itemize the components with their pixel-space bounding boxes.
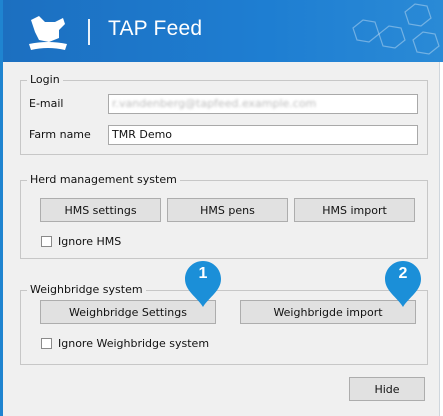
title-separator (88, 19, 90, 45)
callout-number-1: 1 (198, 265, 208, 282)
hms-import-button[interactable]: HMS import (294, 198, 415, 222)
callout-marker-1: 1 (183, 259, 223, 309)
email-label: E-mail (29, 97, 64, 110)
hms-pens-button[interactable]: HMS pens (167, 198, 288, 222)
ignore-hms-checkbox[interactable] (41, 236, 52, 247)
hexagon-pattern-icon (352, 3, 440, 55)
ignore-weighbridge-row: Ignore Weighbridge system (41, 337, 209, 350)
farm-name-label: Farm name (29, 128, 91, 141)
email-value: r.vandenberg@tapfeed.example.com (112, 97, 317, 110)
title-bar: TAP Feed (3, 0, 443, 62)
weighbridge-group: Weighbridge system Weighbridge Settings … (20, 283, 428, 365)
hms-settings-button[interactable]: HMS settings (40, 198, 161, 222)
ignore-hms-label: Ignore HMS (58, 235, 122, 248)
weighbridge-legend: Weighbridge system (27, 283, 146, 296)
hms-legend: Herd management system (27, 173, 180, 186)
hide-button[interactable]: Hide (349, 377, 425, 401)
callout-number-2: 2 (398, 265, 408, 282)
tap-feed-window: TAP Feed Login E-mail r.vandenberg@tapfe… (0, 0, 443, 416)
cow-logo-icon (29, 16, 67, 50)
ignore-weighbridge-label: Ignore Weighbridge system (58, 337, 210, 350)
login-group: Login E-mail r.vandenberg@tapfeed.exampl… (20, 73, 428, 155)
window-title: TAP Feed (108, 17, 203, 40)
farm-name-field[interactable]: TMR Demo (108, 125, 418, 145)
callout-marker-2: 2 (383, 259, 423, 309)
ignore-hms-row: Ignore HMS (41, 235, 121, 248)
login-legend: Login (27, 73, 63, 86)
ignore-weighbridge-checkbox[interactable] (41, 338, 52, 349)
hms-group: Herd management system HMS settings HMS … (20, 173, 428, 259)
email-field[interactable]: r.vandenberg@tapfeed.example.com (108, 94, 418, 114)
farm-name-value: TMR Demo (112, 128, 173, 141)
